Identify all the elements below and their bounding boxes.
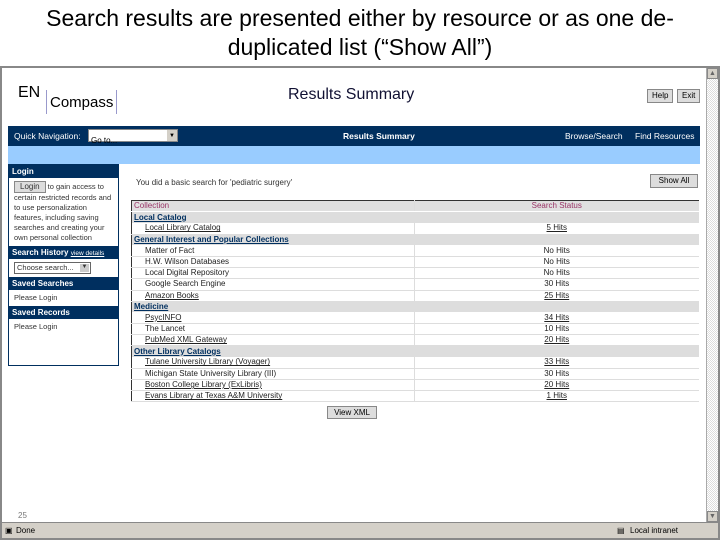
search-status: No Hits [413, 245, 699, 257]
collection-name[interactable]: PsycINFO [131, 312, 414, 325]
collection-name[interactable]: Amazon Books [131, 290, 414, 302]
table-row: Local Library Catalog 5 Hits [131, 222, 699, 235]
scroll-down-icon[interactable]: ▼ [707, 511, 718, 522]
collection-name: The Lancet [131, 323, 414, 336]
login-button[interactable]: Login [14, 181, 46, 193]
sidebar: Login Login to gain access to certain re… [8, 164, 119, 366]
table-row: The Lancet 10 Hits [131, 323, 699, 336]
collection-name: Local Digital Repository [131, 267, 414, 280]
collection-name: Michigan State University Library (III) [131, 368, 414, 381]
table-row: Matter of Fact No Hits [131, 245, 699, 257]
search-status: 30 Hits [413, 278, 699, 291]
help-button[interactable]: Help [647, 89, 674, 103]
table-row: Amazon Books 25 Hits [131, 290, 699, 302]
search-status: No Hits [413, 256, 699, 269]
search-history-heading: Search History [12, 248, 69, 257]
search-status[interactable]: 1 Hits [413, 390, 699, 403]
search-status [413, 301, 699, 313]
search-status[interactable]: 20 Hits [413, 379, 699, 392]
table-row: PsycINFO 34 Hits [131, 312, 699, 325]
status-header: Search Status [413, 200, 699, 213]
search-status[interactable]: 5 Hits [413, 222, 699, 235]
logo-compass: Compass [46, 90, 118, 114]
intranet-icon: ▤ [617, 526, 625, 535]
collection-name[interactable]: Medicine [131, 301, 414, 313]
table-row: Tulane University Library (Voyager) 33 Hi… [131, 357, 699, 369]
chevron-down-icon: ▼ [167, 130, 177, 141]
quick-nav-select[interactable]: Go to... ▼ [88, 129, 178, 145]
search-status [413, 345, 699, 358]
vertical-scrollbar[interactable]: ▲ ▼ [706, 68, 718, 522]
table-row: PubMed XML Gateway 20 Hits [131, 334, 699, 347]
view-details-link[interactable]: view details [71, 250, 105, 257]
quick-nav-label: Quick Navigation: [14, 131, 81, 141]
collection-name[interactable]: Boston College Library (ExLibris) [131, 379, 414, 392]
collection-name[interactable]: Local Catalog [131, 211, 414, 223]
collection-name[interactable]: Tulane University Library (Voyager) [131, 357, 414, 369]
nav-bar: Quick Navigation: Go to... ▼ Results Summ… [8, 126, 700, 146]
group-row: Medicine [131, 301, 699, 313]
collection-name[interactable]: Local Library Catalog [131, 222, 414, 235]
search-status[interactable]: 25 Hits [413, 290, 699, 302]
browse-search-link[interactable]: Browse/Search [565, 131, 623, 141]
group-row: General Interest and Popular Collections [131, 234, 699, 246]
table-row: Boston College Library (ExLibris) 20 Hits [131, 379, 699, 392]
find-resources-link[interactable]: Find Resources [635, 131, 695, 141]
collection-name[interactable]: PubMed XML Gateway [131, 334, 414, 347]
search-status: 10 Hits [413, 323, 699, 336]
sub-band [8, 146, 700, 164]
view-xml-button[interactable]: View XML [327, 406, 377, 419]
search-status[interactable]: 33 Hits [413, 357, 699, 369]
browser-window: ▲ ▼ EN Compass Results Summary Help Exit … [0, 66, 720, 540]
scroll-up-icon[interactable]: ▲ [707, 68, 718, 79]
status-bar: ▣ Done ▤ Local intranet [2, 522, 718, 538]
login-heading: Login [9, 165, 118, 178]
zone-text: Local intranet [630, 526, 679, 535]
collection-name: Google Search Engine [131, 278, 414, 291]
please-login-searches: Please Login [14, 293, 58, 302]
search-summary: You did a basic search for 'pediatric su… [136, 178, 293, 187]
table-row: Michigan State University Library (III) 3… [131, 368, 699, 381]
slide-title: Search results are presented either by r… [46, 5, 674, 60]
search-status[interactable]: 34 Hits [413, 312, 699, 325]
search-status: 30 Hits [413, 368, 699, 381]
page-title: Results Summary [288, 86, 415, 103]
saved-searches-heading: Saved Searches [9, 277, 118, 290]
search-status[interactable]: 20 Hits [413, 334, 699, 347]
choose-search-select[interactable]: Choose search... ▼ [14, 262, 91, 274]
search-status: No Hits [413, 267, 699, 280]
results-table: Collection Search Status Local Catalog Loc… [131, 200, 699, 403]
chevron-down-icon: ▼ [80, 264, 89, 272]
saved-records-heading: Saved Records [9, 306, 118, 319]
table-row: Evans Library at Texas A&M University 1 H… [131, 390, 699, 403]
collection-name[interactable]: General Interest and Popular Collections [131, 234, 414, 246]
collection-name: Matter of Fact [131, 245, 414, 257]
search-status [413, 234, 699, 246]
logo-en: EN [18, 84, 41, 101]
page-icon: ▣ [5, 526, 13, 535]
collection-name[interactable]: Evans Library at Texas A&M University [131, 390, 414, 403]
nav-current: Results Summary [343, 131, 415, 141]
collection-name[interactable]: Other Library Catalogs [131, 345, 414, 358]
table-row: Google Search Engine 30 Hits [131, 278, 699, 291]
table-header: Collection Search Status [131, 200, 699, 213]
search-status [413, 211, 699, 223]
encompass-logo: EN Compass [18, 84, 118, 114]
group-row: Local Catalog [131, 211, 699, 223]
group-row: Other Library Catalogs [131, 345, 699, 358]
collection-header: Collection [131, 200, 414, 213]
table-row: H.W. Wilson Databases No Hits [131, 256, 699, 269]
choose-value: Choose search... [17, 263, 74, 272]
please-login-records: Please Login [14, 322, 58, 331]
table-row: Local Digital Repository No Hits [131, 267, 699, 280]
status-done: Done [16, 526, 36, 535]
show-all-button[interactable]: Show All [650, 174, 698, 188]
page-number: 25 [18, 511, 27, 520]
collection-name: H.W. Wilson Databases [131, 256, 414, 269]
exit-button[interactable]: Exit [677, 89, 701, 103]
